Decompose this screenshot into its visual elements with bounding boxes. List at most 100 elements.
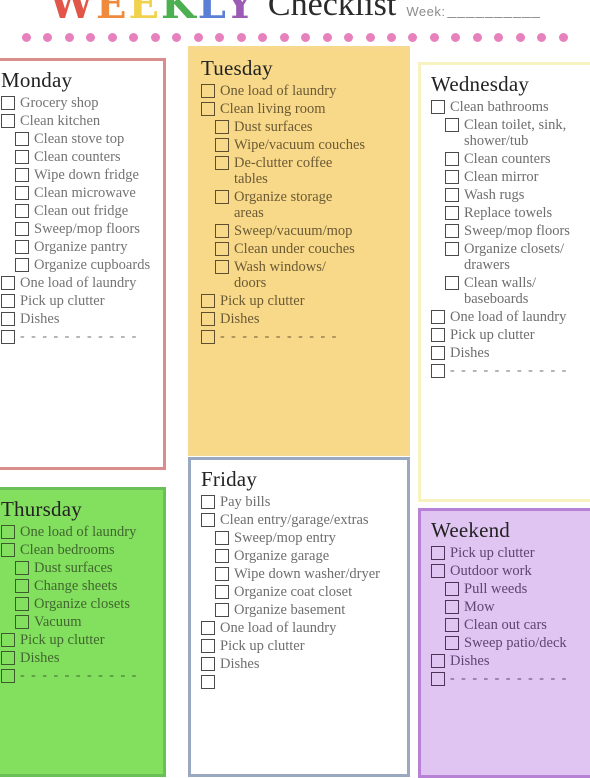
checklist-item[interactable]: One load of laundry xyxy=(1,523,155,540)
checklist-item[interactable]: Dishes xyxy=(201,310,399,327)
checkbox-icon[interactable] xyxy=(215,549,229,563)
checkbox-icon[interactable] xyxy=(215,224,229,238)
checkbox-icon[interactable] xyxy=(1,525,15,539)
checklist-item[interactable]: Clean out fridge xyxy=(1,202,155,219)
checklist-item[interactable]: Dishes xyxy=(431,344,590,361)
checklist-item[interactable]: Clean toilet, sink, shower/tub xyxy=(431,116,590,149)
checklist-item[interactable]: Pick up clutter xyxy=(1,292,155,309)
checkbox-icon[interactable] xyxy=(15,204,29,218)
checklist-item[interactable]: Organize cupboards xyxy=(1,256,155,273)
checkbox-icon[interactable] xyxy=(1,633,15,647)
checkbox-icon[interactable] xyxy=(445,152,459,166)
checkbox-icon[interactable] xyxy=(1,276,15,290)
checkbox-icon[interactable] xyxy=(215,120,229,134)
checklist-item[interactable]: Wipe/vacuum couches xyxy=(201,136,399,153)
checklist-item[interactable]: Clean stove top xyxy=(1,130,155,147)
checkbox-icon[interactable] xyxy=(201,513,215,527)
checkbox-icon[interactable] xyxy=(445,170,459,184)
checklist-item[interactable]: Pick up clutter xyxy=(201,292,399,309)
checklist-item[interactable]: Clean under couches xyxy=(201,240,399,257)
checklist-item[interactable]: Clean counters xyxy=(431,150,590,167)
checkbox-icon[interactable] xyxy=(215,567,229,581)
checkbox-icon[interactable] xyxy=(431,654,445,668)
checklist-item[interactable]: Organize storage areas xyxy=(201,188,399,221)
checkbox-icon[interactable] xyxy=(215,242,229,256)
checklist-item[interactable]: Pick up clutter xyxy=(1,631,155,648)
checkbox-icon[interactable] xyxy=(201,657,215,671)
checklist-item[interactable]: Pull weeds xyxy=(431,580,590,597)
checklist-item[interactable]: Clean out cars xyxy=(431,616,590,633)
checklist-item[interactable]: Sweep/mop floors xyxy=(1,220,155,237)
checklist-item[interactable]: Clean counters xyxy=(1,148,155,165)
checkbox-icon[interactable] xyxy=(1,312,15,326)
checklist-item[interactable]: Sweep/mop floors xyxy=(431,222,590,239)
checklist-item[interactable]: Organize pantry xyxy=(1,238,155,255)
week-blank-field[interactable]: __________ xyxy=(447,2,540,19)
checkbox-icon[interactable] xyxy=(15,579,29,593)
checkbox-icon[interactable] xyxy=(1,96,15,110)
checkbox-icon[interactable] xyxy=(431,672,445,686)
checklist-item[interactable]: Vacuum xyxy=(1,613,155,630)
checkbox-icon[interactable] xyxy=(15,258,29,272)
checkbox-icon[interactable] xyxy=(201,675,215,689)
checklist-item[interactable]: One load of laundry xyxy=(431,308,590,325)
checkbox-icon[interactable] xyxy=(1,114,15,128)
checklist-item[interactable]: Outdoor work xyxy=(431,562,590,579)
checkbox-icon[interactable] xyxy=(15,615,29,629)
checkbox-icon[interactable] xyxy=(431,310,445,324)
checklist-item[interactable]: Dust surfaces xyxy=(1,559,155,576)
checkbox-icon[interactable] xyxy=(431,346,445,360)
checkbox-icon[interactable] xyxy=(15,186,29,200)
checkbox-icon[interactable] xyxy=(431,328,445,342)
checkbox-icon[interactable] xyxy=(201,102,215,116)
checklist-item[interactable]: - - - - - - - - - - - xyxy=(1,328,155,345)
checklist-item[interactable]: Sweep/vacuum/mop xyxy=(201,222,399,239)
checklist-item[interactable]: Wash windows/ doors xyxy=(201,258,399,291)
checkbox-icon[interactable] xyxy=(445,188,459,202)
checkbox-icon[interactable] xyxy=(201,294,215,308)
checklist-item[interactable]: Dishes xyxy=(1,310,155,327)
checklist-item[interactable]: Wipe down washer/dryer xyxy=(201,565,399,582)
checkbox-icon[interactable] xyxy=(201,312,215,326)
checklist-item[interactable]: Organize closets/ drawers xyxy=(431,240,590,273)
checkbox-icon[interactable] xyxy=(15,150,29,164)
checklist-item[interactable]: - - - - - - - - - - - xyxy=(431,670,590,687)
checkbox-icon[interactable] xyxy=(15,561,29,575)
checkbox-icon[interactable] xyxy=(215,603,229,617)
checklist-item[interactable]: - - - - - - - - - - - xyxy=(201,328,399,345)
checklist-item[interactable]: Organize closets xyxy=(1,595,155,612)
checklist-item[interactable]: Dishes xyxy=(431,652,590,669)
checkbox-icon[interactable] xyxy=(445,276,459,290)
checklist-item[interactable]: Clean bathrooms xyxy=(431,98,590,115)
checkbox-icon[interactable] xyxy=(215,138,229,152)
checkbox-icon[interactable] xyxy=(201,639,215,653)
checkbox-icon[interactable] xyxy=(215,156,229,170)
checklist-item[interactable] xyxy=(201,673,399,689)
checklist-item[interactable]: Clean living room xyxy=(201,100,399,117)
checkbox-icon[interactable] xyxy=(1,651,15,665)
checklist-item[interactable]: Clean kitchen xyxy=(1,112,155,129)
checklist-item[interactable]: Change sheets xyxy=(1,577,155,594)
checkbox-icon[interactable] xyxy=(445,242,459,256)
checkbox-icon[interactable] xyxy=(15,168,29,182)
checklist-item[interactable]: Organize basement xyxy=(201,601,399,618)
checkbox-icon[interactable] xyxy=(445,600,459,614)
checklist-item[interactable]: Wipe down fridge xyxy=(1,166,155,183)
checklist-item[interactable]: Pay bills xyxy=(201,493,399,510)
checklist-item[interactable]: Replace towels xyxy=(431,204,590,221)
checkbox-icon[interactable] xyxy=(215,585,229,599)
checklist-item[interactable]: Sweep/mop entry xyxy=(201,529,399,546)
checklist-item[interactable]: Clean mirror xyxy=(431,168,590,185)
checkbox-icon[interactable] xyxy=(201,495,215,509)
checkbox-icon[interactable] xyxy=(201,621,215,635)
checkbox-icon[interactable] xyxy=(1,330,15,344)
checklist-item[interactable]: One load of laundry xyxy=(201,82,399,99)
checkbox-icon[interactable] xyxy=(445,224,459,238)
checklist-item[interactable]: Grocery shop xyxy=(1,94,155,111)
checklist-item[interactable]: One load of laundry xyxy=(201,619,399,636)
checkbox-icon[interactable] xyxy=(445,636,459,650)
checklist-item[interactable]: - - - - - - - - - - - xyxy=(431,362,590,379)
checklist-item[interactable]: Clean bedrooms xyxy=(1,541,155,558)
checkbox-icon[interactable] xyxy=(445,118,459,132)
checkbox-icon[interactable] xyxy=(215,531,229,545)
